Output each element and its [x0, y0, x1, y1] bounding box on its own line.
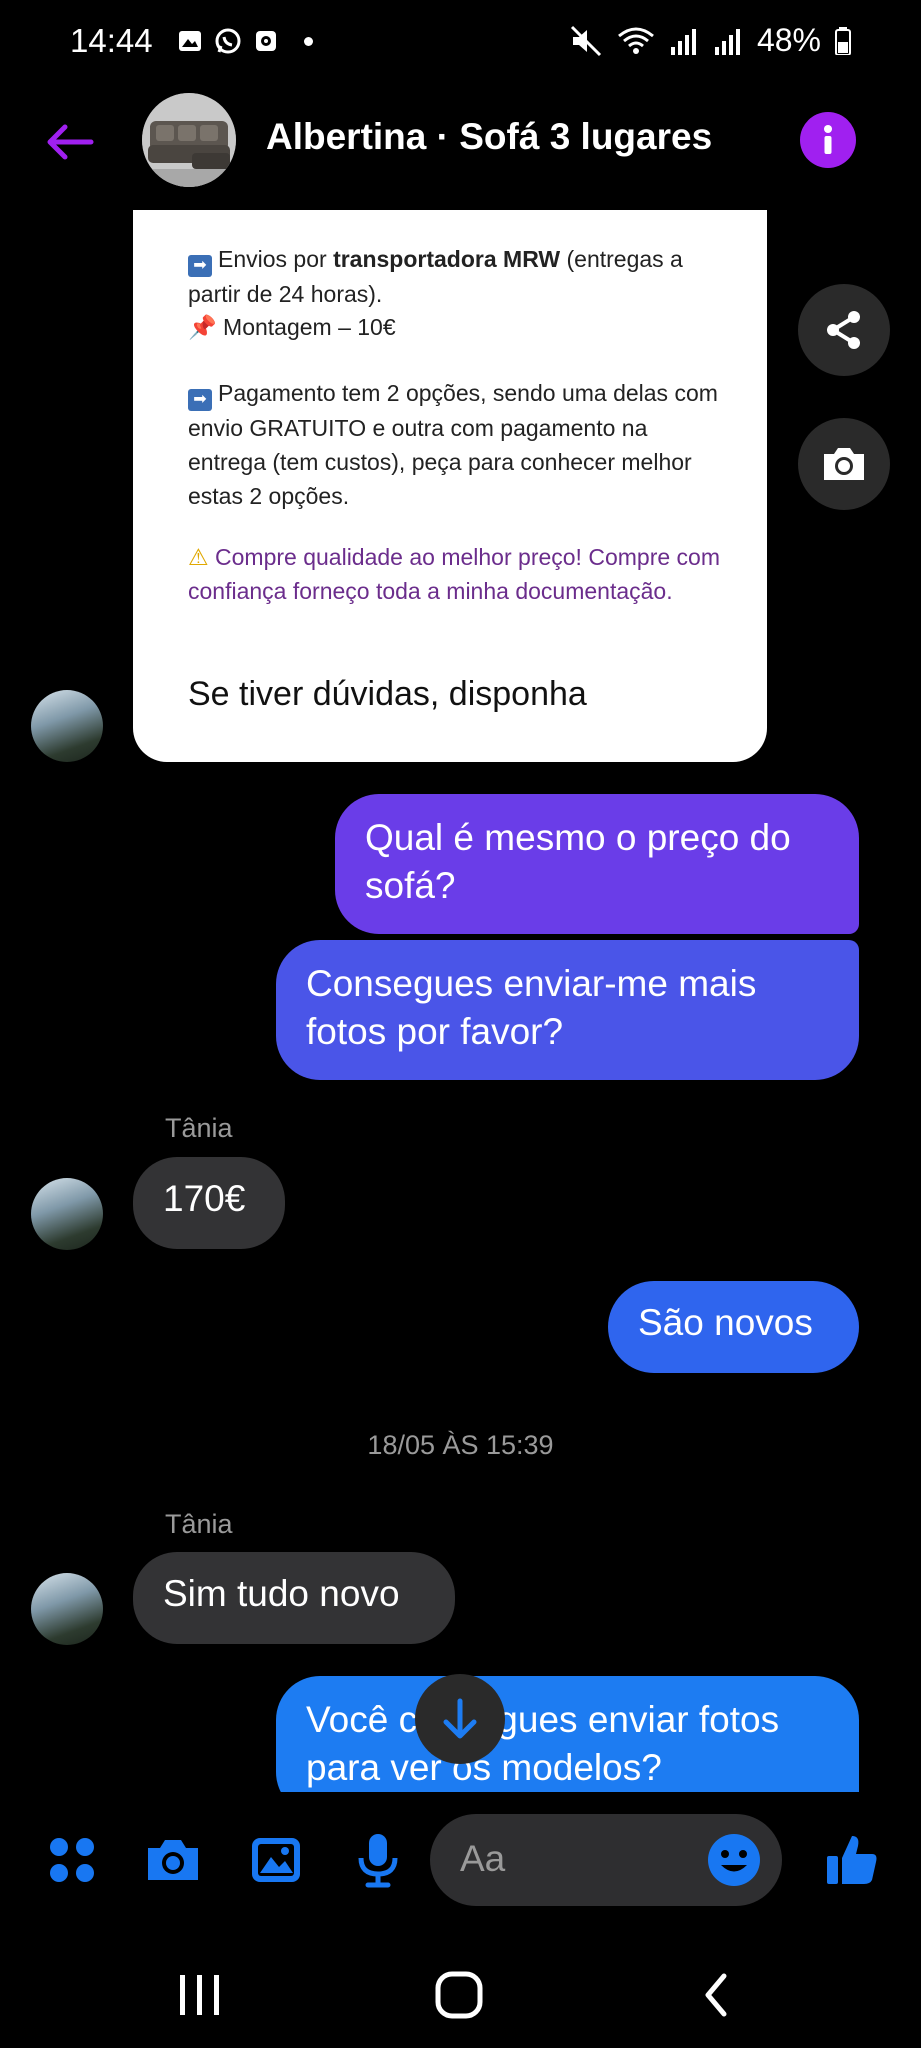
sender-name: Tânia	[165, 1113, 233, 1143]
signal-2-icon	[714, 28, 740, 55]
recents-button[interactable]	[170, 1970, 230, 2020]
gallery-button[interactable]	[246, 1830, 306, 1890]
whatsapp-notification-icon	[215, 28, 241, 54]
pin-emoji-icon: 📌	[188, 314, 217, 340]
card-quality-line: ⚠ Compre qualidade ao melhor preço! Comp…	[188, 544, 720, 604]
share-icon	[827, 311, 860, 349]
arrow-emoji-icon: ➡	[188, 255, 212, 277]
camera-icon	[824, 448, 864, 480]
warning-emoji-icon: ⚠	[188, 544, 209, 570]
composer-bar: Aa	[0, 1800, 921, 1920]
nav-back-icon	[705, 1973, 727, 2017]
photo-icon	[252, 1838, 300, 1882]
mute-icon	[570, 25, 602, 56]
card-payment-line: ➡ Pagamento tem 2 opções, sendo uma delas…	[188, 380, 718, 509]
apps-icon	[50, 1838, 94, 1882]
thumbs-up-icon	[827, 1836, 877, 1884]
nav-back-button[interactable]	[696, 1970, 736, 2020]
outgoing-message-photos[interactable]: Consegues enviar-me mais fotos por favor…	[276, 940, 859, 1080]
status-bar: 14:44 48%	[0, 0, 921, 90]
app-notification-icon	[256, 31, 276, 51]
emoji-icon[interactable]	[706, 1832, 762, 1888]
status-time: 14:44	[70, 22, 153, 59]
message-input[interactable]: Aa	[430, 1814, 782, 1906]
outgoing-message-price[interactable]: Qual é mesmo o preço do sofá?	[335, 794, 859, 934]
card-shipping-line: ➡ Envios por transportadora MRW (entregas…	[188, 246, 683, 307]
composer-camera-icon	[148, 1840, 198, 1880]
save-photo-button[interactable]	[798, 418, 890, 510]
home-button[interactable]	[432, 1968, 488, 2024]
back-arrow-icon	[47, 124, 94, 160]
sofa-thumbnail-icon	[142, 93, 236, 187]
outgoing-message-new[interactable]: São novos	[608, 1281, 859, 1373]
conversation-avatar[interactable]	[142, 93, 236, 187]
info-icon	[824, 125, 832, 154]
scroll-down-icon	[443, 1698, 477, 1739]
mic-icon	[358, 1834, 398, 1888]
voice-button[interactable]	[348, 1830, 408, 1890]
status-right: 48%	[569, 22, 851, 59]
notification-icons	[178, 27, 313, 55]
chat-header: Albertina · Sofá 3 lugares	[0, 90, 921, 190]
battery-level: 48%	[756, 22, 821, 58]
signal-icon	[670, 28, 696, 55]
card-questions-line: Se tiver dúvidas, disponha	[188, 675, 587, 713]
shared-image-message[interactable]: ➡ Envios por transportadora MRW (entregas…	[133, 210, 767, 762]
apps-button[interactable]	[42, 1830, 102, 1890]
incoming-message-price[interactable]: 170€	[133, 1157, 285, 1249]
home-icon	[435, 1971, 483, 2019]
message-input-placeholder: Aa	[460, 1838, 506, 1879]
camera-button[interactable]	[143, 1830, 203, 1890]
outgoing-message-models[interactable]: Você consegues enviar fotos para ver os …	[276, 1676, 859, 1792]
info-button[interactable]	[800, 112, 856, 168]
system-navigation-bar	[0, 1940, 921, 2048]
card-assembly-line: 📌 Montagem – 10€	[188, 314, 396, 340]
scroll-to-bottom-button[interactable]	[415, 1674, 505, 1764]
arrow-emoji-icon-2: ➡	[188, 389, 212, 411]
contact-avatar[interactable]	[31, 690, 103, 762]
gallery-notification-icon	[179, 31, 201, 51]
like-button[interactable]	[822, 1830, 882, 1890]
contact-avatar[interactable]	[31, 1573, 103, 1645]
incoming-message-all-new[interactable]: Sim tudo novo	[133, 1552, 455, 1644]
conversation-title[interactable]: Albertina · Sofá 3 lugares	[266, 116, 712, 158]
date-separator: 18/05 ÀS 15:39	[367, 1430, 554, 1460]
recents-icon	[180, 1975, 219, 2015]
share-button[interactable]	[798, 284, 890, 376]
battery-icon	[835, 26, 851, 55]
back-button[interactable]	[40, 112, 100, 172]
contact-avatar[interactable]	[31, 1178, 103, 1250]
sender-name: Tânia	[165, 1509, 233, 1539]
wifi-icon	[618, 27, 654, 54]
notification-dot-icon	[304, 36, 313, 46]
